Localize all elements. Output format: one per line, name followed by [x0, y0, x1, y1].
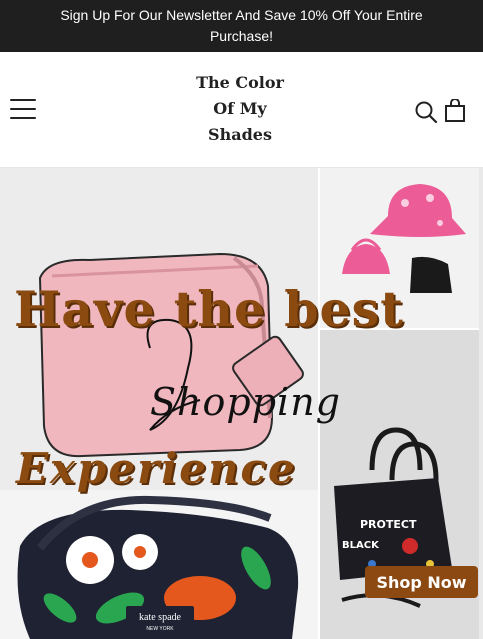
scrollbar[interactable] — [479, 168, 483, 639]
announcement-bar[interactable]: Sign Up For Our Newsletter And Save 10% … — [0, 0, 483, 52]
announcement-text: Sign Up For Our Newsletter And Save 10% … — [60, 7, 423, 44]
logo-line: Shades — [208, 125, 272, 144]
site-header: The Color Of My Shades — [0, 52, 483, 168]
hamburger-menu-icon — [10, 99, 36, 101]
search-button[interactable] — [414, 100, 438, 124]
cart-button[interactable] — [444, 98, 466, 123]
site-logo[interactable]: The Color Of My Shades — [180, 70, 300, 148]
search-icon — [415, 101, 438, 124]
tote-word: PROTECT — [360, 518, 417, 531]
shop-now-button[interactable]: Shop Now — [365, 566, 478, 598]
menu-button[interactable] — [10, 99, 36, 119]
kate-spade-sub-label: NEW YORK — [146, 626, 174, 632]
logo-line: Of My — [213, 99, 267, 118]
logo-line: The Color — [196, 73, 284, 92]
hero-subheadline: Experience — [16, 444, 297, 493]
hero-script-text: Shopping — [150, 380, 341, 424]
kate-spade-label: kate spade — [139, 612, 181, 623]
hero-headline: Have the best — [14, 280, 404, 338]
tote-word: BLACK — [342, 540, 380, 551]
shopping-bag-icon — [445, 98, 465, 122]
